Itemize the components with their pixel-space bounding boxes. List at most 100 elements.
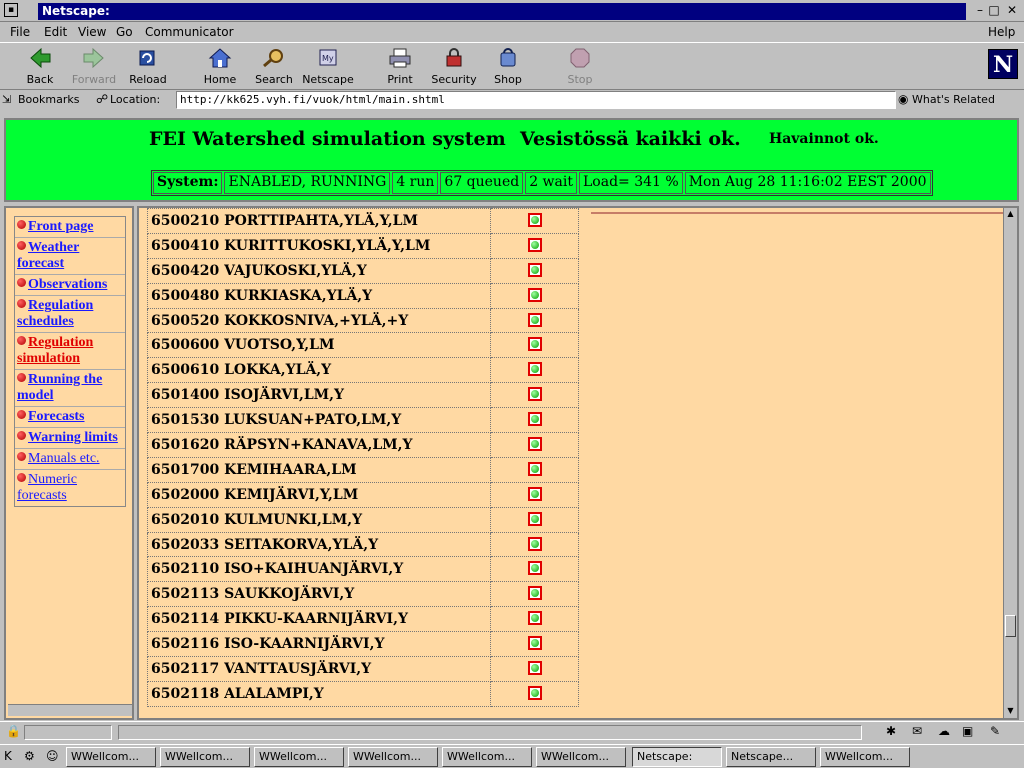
menu-edit[interactable]: Edit [44, 25, 67, 39]
status-ok-icon[interactable] [527, 660, 542, 675]
taskbar-button[interactable]: WWellcom... [442, 747, 532, 767]
security-status-icon[interactable]: 🔒 [6, 724, 21, 738]
taskbar-button[interactable]: WWellcom... [820, 747, 910, 767]
forward-button[interactable]: Forward [66, 45, 122, 89]
nav-item[interactable]: Regulation schedules [15, 296, 125, 333]
taskbar-button[interactable]: WWellcom... [348, 747, 438, 767]
shop-label: Shop [494, 73, 522, 86]
status-ok-icon[interactable] [527, 412, 542, 427]
nav-link[interactable]: Regulation schedules [17, 298, 93, 329]
table-row: 6502110 ISO+KAIHUANJÄRVI,Y [147, 556, 579, 583]
status-ok-icon[interactable] [527, 636, 542, 651]
station-status-cell [490, 581, 579, 608]
taskbar-button[interactable]: WWellcom... [160, 747, 250, 767]
table-row: 6502118 ALALAMPI,Y [147, 680, 579, 707]
nav-item[interactable]: Numeric forecasts [15, 470, 125, 506]
status-ok-icon[interactable] [527, 511, 542, 526]
status-ok-icon[interactable] [527, 362, 542, 377]
taskbar-button[interactable]: Netscape... [726, 747, 816, 767]
nav-item[interactable]: Running the model [15, 370, 125, 407]
menu-go[interactable]: Go [116, 25, 133, 39]
status-ok-icon[interactable] [527, 685, 542, 700]
nav-link[interactable]: Forecasts [28, 409, 85, 424]
start-icon[interactable]: K [4, 749, 12, 763]
nav-link[interactable]: Front page [28, 219, 93, 234]
status-ok-icon[interactable] [527, 387, 542, 402]
station-name: 6501700 KEMIHAARA,LM [147, 456, 491, 483]
left-nav-menu: Front page Weather forecast Observations Re… [14, 216, 126, 507]
page-proxy-icon[interactable]: ☍ [96, 92, 108, 106]
main-vertical-scrollbar[interactable]: ▲ ▼ [1003, 208, 1017, 718]
system-state: ENABLED, RUNNING [224, 172, 391, 194]
bookmarks-icon[interactable]: ⇲ [2, 93, 11, 106]
app-launcher-icon[interactable]: ⚙ [24, 749, 35, 763]
component-navigator-icon[interactable]: ✱ [886, 724, 896, 738]
status-ok-icon[interactable] [527, 337, 542, 352]
nav-item[interactable]: Manuals etc. [15, 449, 125, 470]
scroll-up-icon[interactable]: ▲ [1005, 209, 1016, 220]
home-button[interactable]: Home [192, 45, 248, 89]
scroll-down-icon[interactable]: ▼ [1005, 706, 1016, 717]
nav-link[interactable]: Warning limits [28, 430, 118, 445]
nav-item[interactable]: Weather forecast [15, 238, 125, 275]
composer-icon[interactable]: ▣ [962, 724, 973, 738]
pager-icon[interactable]: ☺ [46, 749, 59, 763]
status-ok-icon[interactable] [527, 611, 542, 626]
nav-link[interactable]: Manuals etc. [28, 451, 100, 466]
menu-communicator[interactable]: Communicator [145, 25, 234, 39]
status-ok-icon[interactable] [527, 287, 542, 302]
station-status-cell [490, 606, 579, 633]
nav-item[interactable]: Warning limits [15, 428, 125, 449]
discussion-icon[interactable]: ☁ [938, 724, 950, 738]
nav-item[interactable]: Regulation simulation [15, 333, 125, 370]
stop-button[interactable]: Stop [552, 45, 608, 89]
nav-link[interactable]: Observations [28, 277, 107, 292]
taskbar-button[interactable]: Netscape: [632, 747, 722, 767]
taskbar-button[interactable]: WWellcom... [254, 747, 344, 767]
status-ok-icon[interactable] [527, 586, 542, 601]
edit-icon[interactable]: ✎ [990, 724, 1000, 738]
status-ok-icon[interactable] [527, 262, 542, 277]
nav-link[interactable]: Weather forecast [17, 240, 79, 271]
print-button[interactable]: Print [372, 45, 428, 89]
status-ok-icon[interactable] [527, 237, 542, 252]
back-arrow-icon [30, 47, 51, 69]
netscape-button[interactable]: My Netscape [300, 45, 356, 89]
url-field[interactable]: http://kk625.vyh.fi/vuok/html/main.shtml [176, 91, 896, 109]
nav-item[interactable]: Observations [15, 275, 125, 296]
security-button[interactable]: Security [426, 45, 482, 89]
whats-related-button[interactable]: What's Related [912, 93, 995, 106]
menu-view[interactable]: View [78, 25, 106, 39]
station-status-cell [490, 631, 579, 658]
whats-related-icon[interactable]: ◉ [898, 92, 908, 106]
status-ok-icon[interactable] [527, 436, 542, 451]
back-button[interactable]: Back [12, 45, 68, 89]
menu-file[interactable]: File [10, 25, 30, 39]
back-label: Back [26, 73, 54, 86]
window-menu-icon[interactable]: ▪ [4, 3, 18, 17]
bookmarks-button[interactable]: Bookmarks [18, 93, 79, 106]
station-name: 6502033 SEITAKORVA,YLÄ,Y [147, 531, 491, 558]
close-icon[interactable]: ✕ [1004, 4, 1020, 18]
status-ok-icon[interactable] [527, 536, 542, 551]
taskbar-button[interactable]: WWellcom... [536, 747, 626, 767]
reload-button[interactable]: Reload [120, 45, 176, 89]
left-horizontal-scrollbar[interactable] [8, 704, 132, 716]
nav-link[interactable]: Regulation simulation [17, 335, 93, 366]
taskbar-button[interactable]: WWellcom... [66, 747, 156, 767]
scroll-thumb[interactable] [1005, 615, 1016, 637]
shop-button[interactable]: Shop [480, 45, 536, 89]
station-status-cell [490, 257, 579, 284]
nav-item[interactable]: Front page [15, 217, 125, 238]
mail-icon[interactable]: ✉ [912, 724, 922, 738]
menu-help[interactable]: Help [988, 25, 1015, 39]
status-ok-icon[interactable] [527, 486, 542, 501]
maximize-icon[interactable]: □ [986, 4, 1002, 18]
status-ok-icon[interactable] [527, 561, 542, 576]
search-button[interactable]: Search [246, 45, 302, 89]
nav-link[interactable]: Running the model [17, 372, 102, 403]
status-ok-icon[interactable] [527, 212, 542, 227]
status-ok-icon[interactable] [527, 461, 542, 476]
nav-item[interactable]: Forecasts [15, 407, 125, 428]
status-ok-icon[interactable] [527, 312, 542, 327]
